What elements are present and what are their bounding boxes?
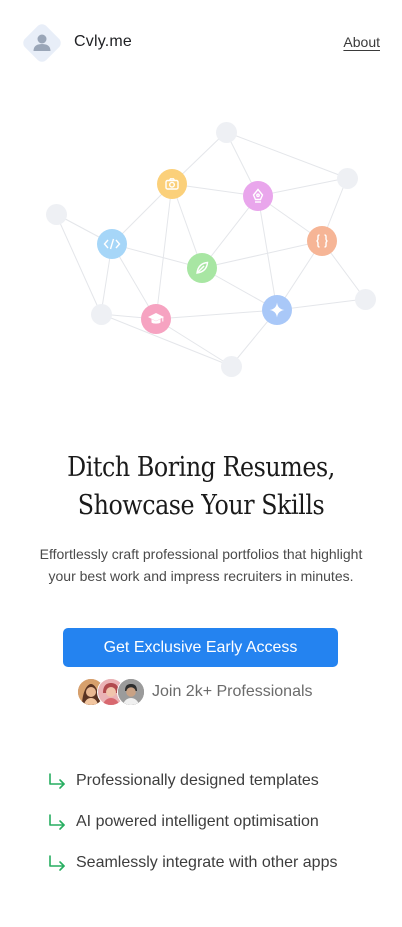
avatar-group (77, 677, 147, 707)
curly-braces-icon (307, 226, 337, 256)
network-node (354, 288, 376, 310)
camera-icon (157, 169, 187, 199)
subtext-line-2: your best work and impress recruiters in… (48, 568, 354, 584)
feature-label: Seamlessly integrate with other apps (76, 853, 338, 871)
brand-name[interactable]: Cvly.me (74, 33, 132, 51)
network-lines (55, 131, 366, 367)
feature-list: Professionally designed templates AI pow… (46, 760, 386, 883)
headline-line-1: Ditch Boring Resumes, (67, 452, 335, 483)
headline-line-2: Showcase Your Skills (77, 490, 325, 521)
header: Cvly.me About (0, 0, 402, 86)
social-proof: Join 2k+ Professionals (77, 677, 313, 707)
sparkle-icon (262, 295, 292, 325)
feature-item: Professionally designed templates (46, 760, 386, 801)
avatar (117, 678, 145, 706)
skills-network-illustration (0, 100, 402, 400)
about-link[interactable]: About (343, 34, 380, 50)
hero-subtext: Effortlessly craft professional portfoli… (16, 543, 386, 587)
arrow-turn-right-icon (49, 813, 65, 830)
feature-label: Professionally designed templates (76, 771, 319, 789)
early-access-button[interactable]: Get Exclusive Early Access (63, 628, 338, 667)
feature-item: AI powered intelligent optimisation (46, 801, 386, 842)
arrow-turn-right-icon (49, 772, 65, 789)
logo[interactable] (20, 21, 64, 65)
leaf-icon (187, 253, 217, 283)
social-proof-text: Join 2k+ Professionals (152, 683, 313, 700)
network-node (45, 203, 67, 225)
arrow-turn-right-icon (49, 854, 65, 871)
feature-label: AI powered intelligent optimisation (76, 812, 319, 830)
network-node (90, 303, 112, 325)
user-icon (33, 34, 51, 51)
feature-item: Seamlessly integrate with other apps (46, 842, 386, 883)
subtext-line-1: Effortlessly craft professional portfoli… (39, 546, 363, 562)
code-icon (97, 229, 127, 259)
network-node (215, 121, 237, 143)
pen-nib-icon (243, 181, 273, 211)
network-node (220, 355, 242, 377)
network-node (336, 167, 358, 189)
graduation-cap-icon (141, 304, 171, 334)
page-title: Ditch Boring Resumes, Showcase Your Skil… (24, 449, 378, 525)
